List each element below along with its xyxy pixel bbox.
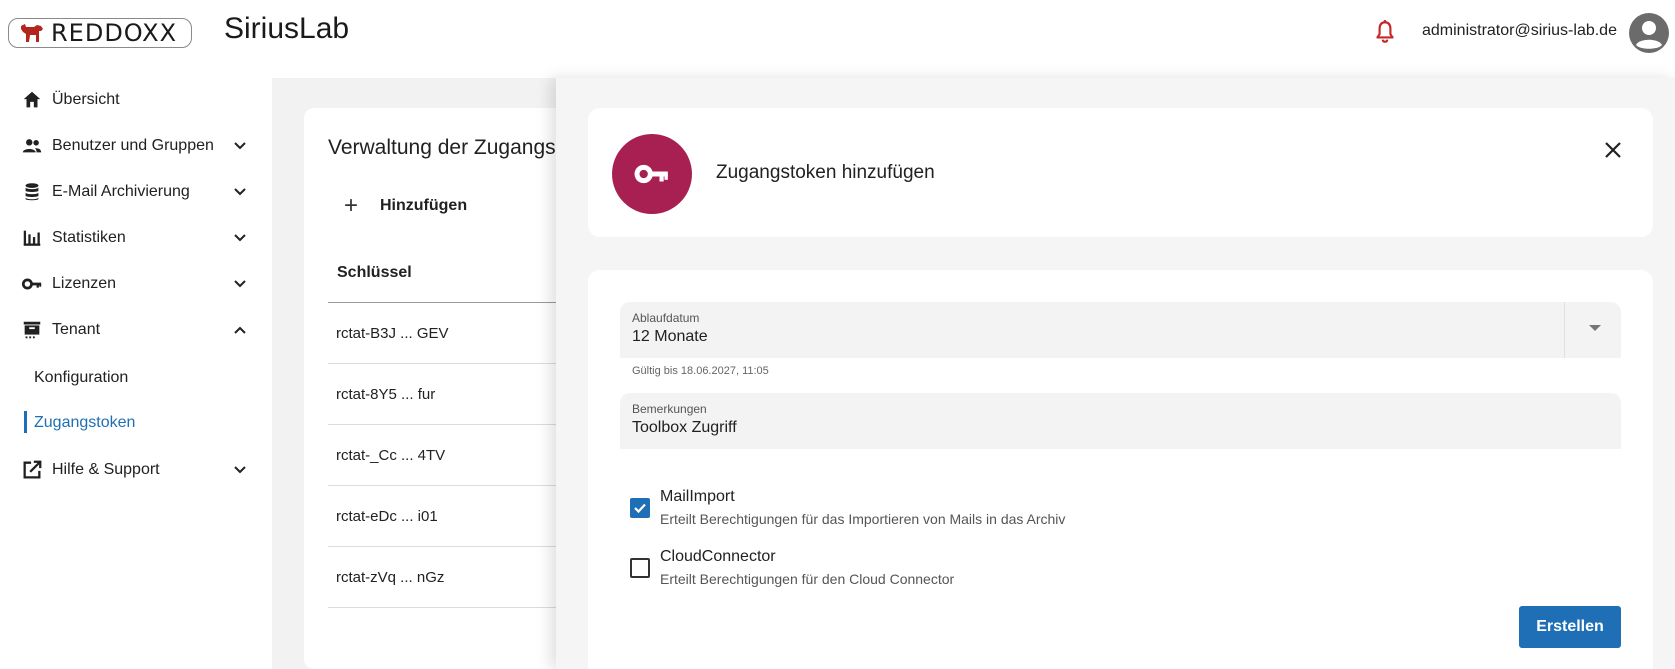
expiry-value: 12 Monate — [632, 328, 708, 345]
sidebar-item-hilfe[interactable]: Hilfe & Support — [0, 448, 272, 492]
remarks-label: Bemerkungen — [632, 402, 707, 416]
mailimport-checkbox[interactable] — [630, 498, 650, 518]
chevron-down-icon — [234, 234, 246, 242]
external-link-icon — [23, 460, 42, 479]
expiry-hint: Gültig bis 18.06.2027, 11:05 — [632, 365, 769, 377]
table-row[interactable]: rctat-zVq ... nGz — [336, 569, 444, 586]
remarks-value: Toolbox Zugriff — [632, 419, 737, 436]
dog-logo-icon — [21, 24, 43, 42]
table-divider — [328, 607, 558, 608]
checkmark-icon — [634, 503, 646, 514]
dropdown-arrow-icon[interactable] — [1589, 325, 1601, 331]
chevron-down-icon — [234, 142, 246, 150]
sidebar: Übersicht Benutzer und Gruppen E-Mail Ar… — [0, 78, 272, 669]
sidebar-item-archivierung[interactable]: E-Mail Archivierung — [0, 170, 272, 214]
database-icon — [25, 183, 39, 201]
user-email[interactable]: administrator@sirius-lab.de — [1422, 22, 1617, 40]
bell-icon[interactable] — [1372, 18, 1398, 46]
cloudconnector-title: CloudConnector — [660, 548, 776, 565]
cloudconnector-checkbox[interactable] — [630, 558, 650, 578]
plus-icon: + — [344, 192, 359, 219]
sidebar-item-statistiken[interactable]: Statistiken — [0, 216, 272, 260]
sidebar-subitem-label: Zugangstoken — [34, 414, 136, 431]
sidebar-item-label: Übersicht — [52, 91, 120, 108]
close-icon[interactable] — [1601, 138, 1625, 162]
tenant-icon — [23, 321, 41, 339]
app-header: REDDOXX SiriusLab administrator@sirius-l… — [0, 0, 1675, 78]
table-row[interactable]: rctat-eDc ... i01 — [336, 508, 438, 525]
sidebar-item-lizenzen[interactable]: Lizenzen — [0, 262, 272, 306]
user-avatar-icon[interactable] — [1628, 12, 1670, 54]
table-divider — [328, 424, 558, 425]
add-button-label: Hinzufügen — [380, 197, 468, 214]
mailimport-title: MailImport — [660, 488, 735, 505]
sidebar-item-benutzer[interactable]: Benutzer und Gruppen — [0, 124, 272, 168]
add-button[interactable]: + Hinzufügen — [344, 192, 467, 220]
expiry-label: Ablaufdatum — [632, 311, 700, 325]
table-row[interactable]: rctat-B3J ... GEV — [336, 325, 449, 342]
sidebar-item-label: Statistiken — [52, 229, 126, 246]
table-header-key: Schlüssel — [337, 264, 412, 281]
table-row[interactable]: rctat-8Y5 ... fur — [336, 386, 435, 403]
table-divider — [328, 363, 558, 364]
dialog-title: Zugangstoken hinzufügen — [716, 162, 935, 183]
mailimport-description: Erteilt Berechtigungen für das Importier… — [660, 511, 1066, 527]
table-divider — [328, 485, 558, 486]
sidebar-subitem-zugangstoken[interactable]: Zugangstoken — [0, 403, 272, 443]
page-title: Verwaltung der Zugangs — [328, 136, 556, 159]
dropdown-divider — [1564, 302, 1565, 358]
table-row[interactable]: rctat-_Cc ... 4TV — [336, 447, 445, 464]
expiry-select[interactable]: Ablaufdatum 12 Monate — [620, 302, 1621, 358]
table-divider — [328, 302, 558, 303]
logo-text: REDDOXX — [51, 19, 178, 47]
sidebar-item-tenant[interactable]: Tenant — [0, 308, 272, 352]
bar-chart-icon — [23, 230, 41, 246]
active-indicator — [24, 411, 27, 433]
cloudconnector-description: Erteilt Berechtigungen für den Cloud Con… — [660, 571, 955, 587]
table-divider — [328, 546, 558, 547]
sidebar-item-label: Tenant — [52, 321, 101, 338]
home-icon — [23, 91, 41, 108]
create-button[interactable]: Erstellen — [1519, 606, 1621, 648]
sidebar-item-uebersicht[interactable]: Übersicht — [0, 78, 272, 122]
chevron-down-icon — [234, 466, 246, 474]
chevron-down-icon — [234, 188, 246, 196]
reddoxx-logo[interactable]: REDDOXX — [8, 18, 192, 48]
sidebar-item-label: Lizenzen — [52, 275, 117, 292]
chevron-up-icon — [234, 326, 246, 334]
key-icon — [21, 278, 42, 290]
sidebar-subitem-label: Konfiguration — [34, 369, 129, 386]
key-icon — [634, 164, 668, 184]
sidebar-item-label: Hilfe & Support — [52, 461, 160, 478]
remarks-field[interactable]: Bemerkungen Toolbox Zugriff — [620, 393, 1621, 449]
people-icon — [22, 139, 42, 153]
app-title: SiriusLab — [224, 12, 350, 45]
sidebar-item-label: E-Mail Archivierung — [52, 183, 190, 200]
sidebar-subitem-konfiguration[interactable]: Konfiguration — [0, 358, 272, 398]
dialog-avatar — [612, 134, 692, 214]
chevron-down-icon — [234, 280, 246, 288]
sidebar-item-label: Benutzer und Gruppen — [52, 137, 214, 154]
